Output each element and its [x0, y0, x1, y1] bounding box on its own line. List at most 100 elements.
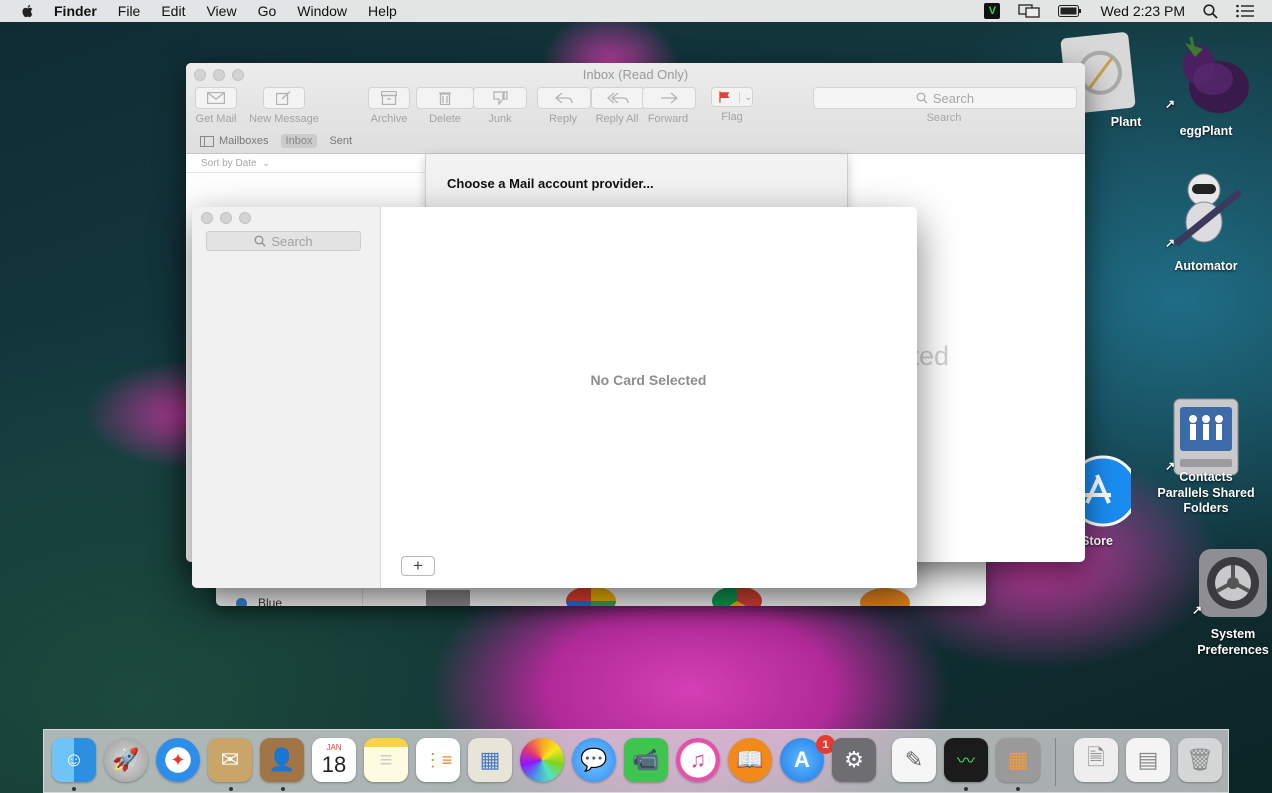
sort-by-date-menu[interactable]: Sort by Date ⌄: [186, 154, 426, 173]
contacts-window-controls: [201, 212, 258, 224]
address-book-icon: 👤: [268, 747, 296, 772]
new-message-button[interactable]: New Message: [244, 87, 324, 125]
flag-label: Flag: [721, 111, 743, 123]
dock-system-preferences[interactable]: ⚙: [832, 738, 876, 782]
junk-button[interactable]: Junk: [473, 87, 527, 125]
mail-search-field[interactable]: Search: [813, 87, 1077, 109]
add-contact-button[interactable]: +: [401, 556, 435, 576]
desktop-icon-eggplant[interactable]: ↗ eggPlant: [1151, 35, 1261, 138]
desktop-icon-automator[interactable]: ↗ Automator: [1151, 170, 1261, 273]
display-mirroring-icon[interactable]: [1018, 3, 1041, 19]
dock-launchpad[interactable]: 🚀: [104, 738, 148, 782]
flag-icon: [719, 91, 730, 103]
blue-tag-dot: [236, 598, 247, 606]
thumbs-down-icon: [493, 91, 508, 105]
archive-button[interactable]: Archive: [367, 87, 411, 125]
contacts-window[interactable]: Search No Card Selected +: [192, 207, 917, 588]
dock-textedit[interactable]: ✎: [892, 738, 936, 782]
account-provider-sheet[interactable]: Choose a Mail account provider...: [425, 154, 848, 215]
menu-edit[interactable]: Edit: [161, 3, 185, 19]
reply-all-arrow-icon: [607, 92, 629, 104]
desktop-label-store: Store: [1081, 534, 1113, 548]
alias-arrow-icon: ↗: [1192, 603, 1203, 617]
menu-help[interactable]: Help: [368, 3, 397, 19]
battery-icon[interactable]: [1058, 5, 1082, 17]
menu-window[interactable]: Window: [297, 3, 347, 19]
blue-tag-label[interactable]: Blue: [258, 596, 282, 606]
archive-label: Archive: [370, 113, 408, 125]
hawk-stamp-icon: ✉: [220, 747, 240, 772]
dock-messages[interactable]: 💬: [572, 738, 616, 782]
flag-button[interactable]: ⌄ Flag: [704, 87, 760, 123]
desktop-label-eggplant: eggPlant: [1179, 124, 1233, 138]
document-icon: 🗎: [1087, 745, 1105, 770]
reply-all-label: Reply All: [595, 113, 639, 125]
dock-calculator[interactable]: ▦: [996, 738, 1040, 782]
menubar-clock[interactable]: Wed 2:23 PM: [1100, 3, 1185, 19]
dock-downloads-stack[interactable]: ▤: [1126, 738, 1170, 782]
close-button[interactable]: [201, 212, 213, 224]
reply-all-button[interactable]: Reply All: [591, 87, 645, 125]
forward-arrow-icon: [661, 92, 678, 104]
desktop-label-system-preferences: System Preferences: [1197, 627, 1269, 657]
delete-button[interactable]: Delete: [416, 87, 474, 125]
search-icon: [916, 92, 928, 104]
alias-arrow-icon: ↗: [1165, 236, 1176, 250]
photo-slides-icon: ▦: [479, 747, 501, 772]
get-mail-button[interactable]: Get Mail: [194, 87, 238, 125]
book-icon: 📖: [736, 747, 764, 772]
zoom-button[interactable]: [239, 212, 251, 224]
contacts-search-field[interactable]: Search: [206, 231, 361, 251]
vnc-status-icon[interactable]: V: [984, 3, 1001, 19]
mail-search-label: Search: [926, 112, 962, 124]
desktop-icon-system-preferences[interactable]: ↗ System Preferences: [1178, 547, 1272, 658]
notification-center-icon[interactable]: [1236, 4, 1254, 18]
chevron-down-icon: ⌄: [262, 158, 270, 168]
dock-finder[interactable]: ☺: [52, 738, 96, 782]
get-mail-label: Get Mail: [195, 113, 237, 125]
reply-arrow-icon: [555, 92, 573, 104]
dock-trash[interactable]: 🗑: [1178, 738, 1222, 782]
sort-label: Sort by Date: [201, 158, 257, 169]
inbox-favorite[interactable]: Inbox: [280, 134, 318, 148]
spotlight-search-icon[interactable]: [1203, 3, 1218, 19]
minimize-button[interactable]: [220, 212, 232, 224]
dock-itunes[interactable]: ♫: [676, 738, 720, 782]
dock-calendar[interactable]: JAN 18: [312, 738, 356, 782]
dock-separator: [1055, 738, 1056, 786]
dock-safari[interactable]: ✦: [156, 738, 200, 782]
gear-icon: ⚙: [844, 747, 864, 772]
contacts-sidebar: Search: [192, 207, 381, 588]
mailboxes-button[interactable]: Mailboxes: [200, 135, 269, 147]
mail-toolbar: Inbox (Read Only) Get Mail New Message A…: [186, 63, 1085, 154]
menu-go[interactable]: Go: [258, 3, 277, 19]
sent-favorite[interactable]: Sent: [329, 135, 352, 147]
flag-dropdown-chevron-icon[interactable]: ⌄: [739, 91, 752, 103]
partial-icon-2: [566, 586, 616, 606]
reply-button[interactable]: Reply: [537, 87, 591, 125]
forward-button[interactable]: Forward: [642, 87, 696, 125]
forward-label: Forward: [647, 113, 689, 125]
calculator-keys-icon: ▦: [1007, 747, 1029, 772]
dock-photos[interactable]: [520, 738, 564, 782]
running-indicator: [964, 787, 968, 791]
dock-reminders[interactable]: ⋮≡: [416, 738, 460, 782]
apple-icon[interactable]: [20, 3, 36, 19]
automator-robot-icon: [1173, 173, 1243, 247]
menu-file[interactable]: File: [118, 3, 141, 19]
dock-preview[interactable]: ▦: [468, 738, 512, 782]
dock-facetime[interactable]: 📹: [624, 738, 668, 782]
desktop-label-contacts-shared: Contacts Parallels Shared Folders: [1157, 470, 1255, 515]
desktop-icon-contacts-shared-folders[interactable]: ↗ Contacts Parallels Shared Folders: [1151, 393, 1261, 517]
running-indicator: [1016, 787, 1020, 791]
menu-app-name[interactable]: Finder: [54, 3, 97, 19]
dock-contacts[interactable]: 👤: [260, 738, 304, 782]
dock-document-stack[interactable]: 🗎: [1074, 738, 1118, 782]
menu-view[interactable]: View: [206, 3, 236, 19]
dock-activity-monitor[interactable]: 〰: [944, 738, 988, 782]
dock-mail-hawk[interactable]: ✉: [208, 738, 252, 782]
archive-box-icon: [381, 91, 397, 105]
dock-ibooks[interactable]: 📖: [728, 738, 772, 782]
dock-notes[interactable]: ≡: [364, 738, 408, 782]
dock: ☺ 🚀 ✦ ✉ 👤 JAN 18 ≡ ⋮≡ ▦ 💬 📹 ♫ 📖 A 1 ⚙ ✎ …: [43, 729, 1229, 793]
